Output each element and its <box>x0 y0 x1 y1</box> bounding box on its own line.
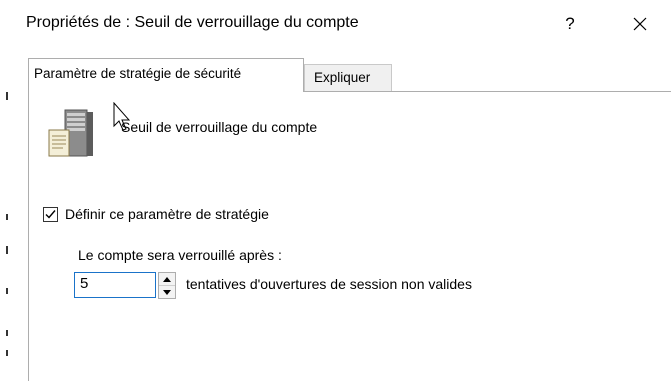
edge-mark <box>6 288 8 294</box>
help-button[interactable]: ? <box>555 8 585 40</box>
spin-down-button[interactable] <box>159 286 175 298</box>
edge-mark <box>6 350 8 356</box>
close-icon <box>633 17 647 31</box>
tab-panel: Seuil de verrouillage du compte Définir … <box>28 91 671 381</box>
policy-name: Seuil de verrouillage du compte <box>121 119 318 135</box>
dialog-title: Propriétés de : Seuil de verrouillage du… <box>26 14 359 31</box>
tab-explain[interactable]: Expliquer <box>304 64 392 92</box>
edge-mark <box>6 214 8 220</box>
properties-dialog: Propriétés de : Seuil de verrouillage du… <box>22 0 671 381</box>
define-policy-checkbox[interactable] <box>43 207 58 222</box>
spin-up-button[interactable] <box>159 273 175 286</box>
arrow-up-icon <box>163 276 171 282</box>
edge-mark <box>6 246 8 254</box>
background-window-edge <box>0 0 23 374</box>
lockout-threshold-label: Le compte sera verrouillé après : <box>78 247 282 263</box>
tab-security-policy-setting[interactable]: Paramètre de stratégie de sécurité <box>28 58 304 92</box>
arrow-down-icon <box>163 289 171 295</box>
close-button[interactable] <box>622 8 658 40</box>
edge-mark <box>6 92 8 100</box>
checkmark-icon <box>45 210 56 219</box>
server-policy-icon <box>48 109 93 157</box>
edge-mark <box>6 330 8 336</box>
title-bar[interactable]: Propriétés de : Seuil de verrouillage du… <box>22 0 671 50</box>
attempts-suffix-label: tentatives d'ouvertures de session non v… <box>186 276 472 292</box>
define-policy-label[interactable]: Définir ce paramètre de stratégie <box>65 206 269 222</box>
attempts-spinner[interactable] <box>158 272 176 299</box>
lockout-attempts-input[interactable]: 5 <box>74 272 156 298</box>
